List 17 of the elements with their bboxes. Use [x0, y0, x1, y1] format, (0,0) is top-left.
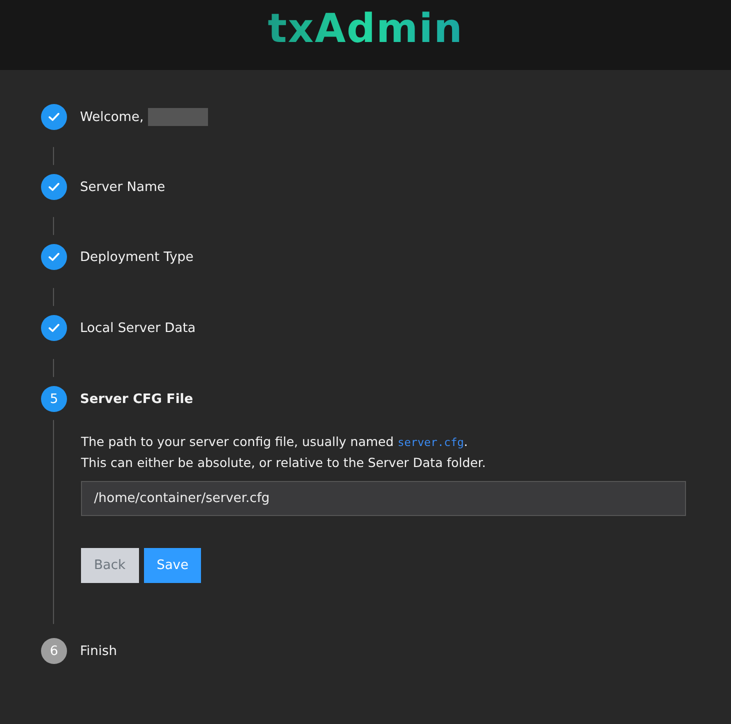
- step-title: Welcome,: [80, 110, 144, 124]
- step-title: Server CFG File: [80, 392, 194, 406]
- save-button[interactable]: Save: [144, 548, 202, 583]
- step-title: Deployment Type: [80, 250, 194, 264]
- back-button[interactable]: Back: [81, 548, 139, 583]
- description-text: This can either be absolute, or relative to the Server Data folder.: [81, 454, 487, 472]
- step-title: Finish: [80, 644, 118, 658]
- step-title: Server Name: [80, 180, 166, 194]
- description-text: The path to your server config file, usually named server.cfg.: [81, 433, 469, 451]
- step-title: Local Server Data: [80, 320, 196, 336]
- step-number: 5: [50, 392, 58, 406]
- check-icon: [48, 112, 60, 122]
- path-input[interactable]: /home/container/server.cfg: [81, 481, 686, 516]
- check-icon: [48, 252, 60, 262]
- check-icon: [48, 323, 60, 333]
- step-number: 6: [50, 644, 58, 658]
- check-icon: [48, 182, 60, 192]
